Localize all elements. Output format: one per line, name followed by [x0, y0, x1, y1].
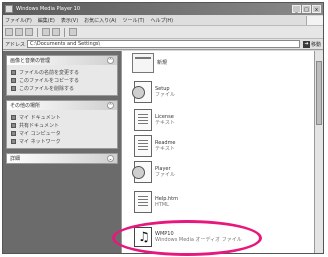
- address-input[interactable]: C:\Documents and Settings\: [27, 40, 300, 48]
- menu-favorites[interactable]: お気に入り(A): [84, 17, 116, 24]
- chevron-down-icon[interactable]: ⌄: [107, 155, 114, 162]
- media-file-icon: [132, 81, 152, 103]
- panel-title: 詳細: [10, 156, 21, 162]
- file-item[interactable]: Readme テキスト: [134, 135, 176, 157]
- back-icon[interactable]: [5, 28, 13, 36]
- folder-app-icon: [5, 5, 13, 13]
- file-item[interactable]: Setup ファイル: [132, 81, 176, 103]
- toolbar: [3, 26, 323, 39]
- panel-header[interactable]: 画像と音楽の管理 ⌃: [7, 56, 117, 65]
- folders-icon[interactable]: [52, 28, 60, 36]
- task-label: ファイルの名前を変更する: [19, 69, 80, 76]
- task-label: このファイルを削除する: [19, 85, 75, 92]
- window-title: Windows Media Player 10: [16, 6, 81, 12]
- file-type: ファイル: [155, 172, 176, 178]
- menu-tools[interactable]: ツール(T): [123, 17, 145, 24]
- task-label: マイ ドキュメント: [19, 114, 61, 121]
- task-label: 共有ドキュメント: [19, 122, 60, 129]
- media-file-icon: [132, 161, 152, 183]
- address-label: アドレス: [5, 41, 26, 48]
- task-link[interactable]: このファイルをコピーする: [11, 76, 113, 84]
- shared-documents-icon: [11, 122, 16, 128]
- panel-title: 画像と音楽の管理: [10, 58, 51, 64]
- menu-edit[interactable]: 編集(E): [38, 17, 55, 24]
- document-icon: [134, 109, 152, 131]
- toolbar-divider: [37, 27, 38, 37]
- forward-icon[interactable]: [15, 28, 23, 36]
- menu-bar: ファイル(F) 編集(E) 表示(V) お気に入り(A) ツール(T) ヘルプ(…: [3, 15, 323, 26]
- file-item[interactable]: 新規: [132, 53, 167, 73]
- file-item[interactable]: License テキスト: [134, 109, 175, 131]
- menu-help[interactable]: ヘルプ(H): [150, 17, 173, 24]
- go-button[interactable]: ➜ 移動: [302, 40, 321, 48]
- file-type: テキスト: [155, 146, 175, 152]
- title-bar: Windows Media Player 10 _ □ x: [3, 3, 323, 15]
- address-bar: アドレス C:\Documents and Settings\ ➜ 移動: [3, 39, 323, 50]
- my-computer-icon: [11, 130, 16, 136]
- chevron-up-icon[interactable]: ⌃: [107, 57, 114, 64]
- document-icon: [134, 191, 152, 213]
- go-label: 移動: [310, 41, 321, 48]
- task-panel-file-tasks: 画像と音楽の管理 ⌃ ファイルの名前を変更する このファイルをコピーする このフ…: [6, 55, 118, 96]
- menu-file[interactable]: ファイル(F): [5, 17, 32, 24]
- task-link[interactable]: 共有ドキュメント: [11, 121, 113, 129]
- panel-header[interactable]: 詳細 ⌄: [7, 154, 117, 163]
- file-list: 新規 Setup ファイル License テキスト Readme テキスト Play…: [121, 51, 323, 253]
- task-link[interactable]: マイ ネットワーク: [11, 137, 113, 145]
- vertical-scrollbar[interactable]: [314, 51, 323, 253]
- task-label: このファイルをコピーする: [19, 77, 80, 84]
- scrollbar-thumb[interactable]: [316, 61, 322, 125]
- file-name: 新規: [157, 60, 168, 66]
- panel-header[interactable]: その他の場所 ⌃: [7, 101, 117, 110]
- menu-view[interactable]: 表示(V): [61, 17, 78, 24]
- toolbar-divider: [64, 27, 65, 37]
- task-pane: 画像と音楽の管理 ⌃ ファイルの名前を変更する このファイルをコピーする このフ…: [3, 51, 121, 253]
- task-panel-other-places: その他の場所 ⌃ マイ ドキュメント 共有ドキュメント マイ コンピュータ マイ…: [6, 100, 118, 149]
- task-label: マイ コンピュータ: [19, 130, 61, 137]
- copy-icon: [11, 77, 16, 83]
- explorer-window: Windows Media Player 10 _ □ x ファイル(F) 編集…: [2, 2, 324, 254]
- go-arrow-icon: ➜: [302, 40, 310, 48]
- task-label: マイ ネットワーク: [19, 138, 61, 145]
- close-button[interactable]: x: [312, 5, 321, 13]
- rename-icon: [11, 69, 16, 75]
- task-link[interactable]: マイ ドキュメント: [11, 113, 113, 121]
- task-link[interactable]: このファイルを削除する: [11, 84, 113, 92]
- file-type: テキスト: [155, 120, 175, 126]
- file-item[interactable]: Help.htm HTML: [134, 191, 178, 213]
- search-icon[interactable]: [42, 28, 50, 36]
- file-item[interactable]: Player ファイル: [132, 161, 176, 183]
- views-icon[interactable]: [69, 28, 77, 36]
- file-item-selected[interactable]: ♫ WMP10 Windows Media オーディオ ファイル: [134, 227, 242, 247]
- file-type: ファイル: [155, 92, 176, 98]
- folder-icon: [132, 53, 154, 73]
- task-link[interactable]: ファイルの名前を変更する: [11, 68, 113, 76]
- task-link[interactable]: マイ コンピュータ: [11, 129, 113, 137]
- up-folder-icon[interactable]: [25, 28, 33, 36]
- task-panel-details: 詳細 ⌄: [6, 153, 118, 164]
- chevron-up-icon[interactable]: ⌃: [107, 102, 114, 109]
- delete-icon: [11, 85, 16, 91]
- maximize-button[interactable]: □: [302, 5, 311, 13]
- my-documents-icon: [11, 114, 16, 120]
- file-type: Windows Media オーディオ ファイル: [155, 237, 242, 243]
- panel-title: その他の場所: [10, 103, 41, 109]
- music-file-icon: ♫: [134, 227, 152, 247]
- minimize-button[interactable]: _: [292, 5, 301, 13]
- windows-logo-icon: [306, 15, 323, 25]
- file-type: HTML: [155, 202, 169, 208]
- network-icon: [11, 138, 16, 144]
- document-icon: [134, 135, 152, 157]
